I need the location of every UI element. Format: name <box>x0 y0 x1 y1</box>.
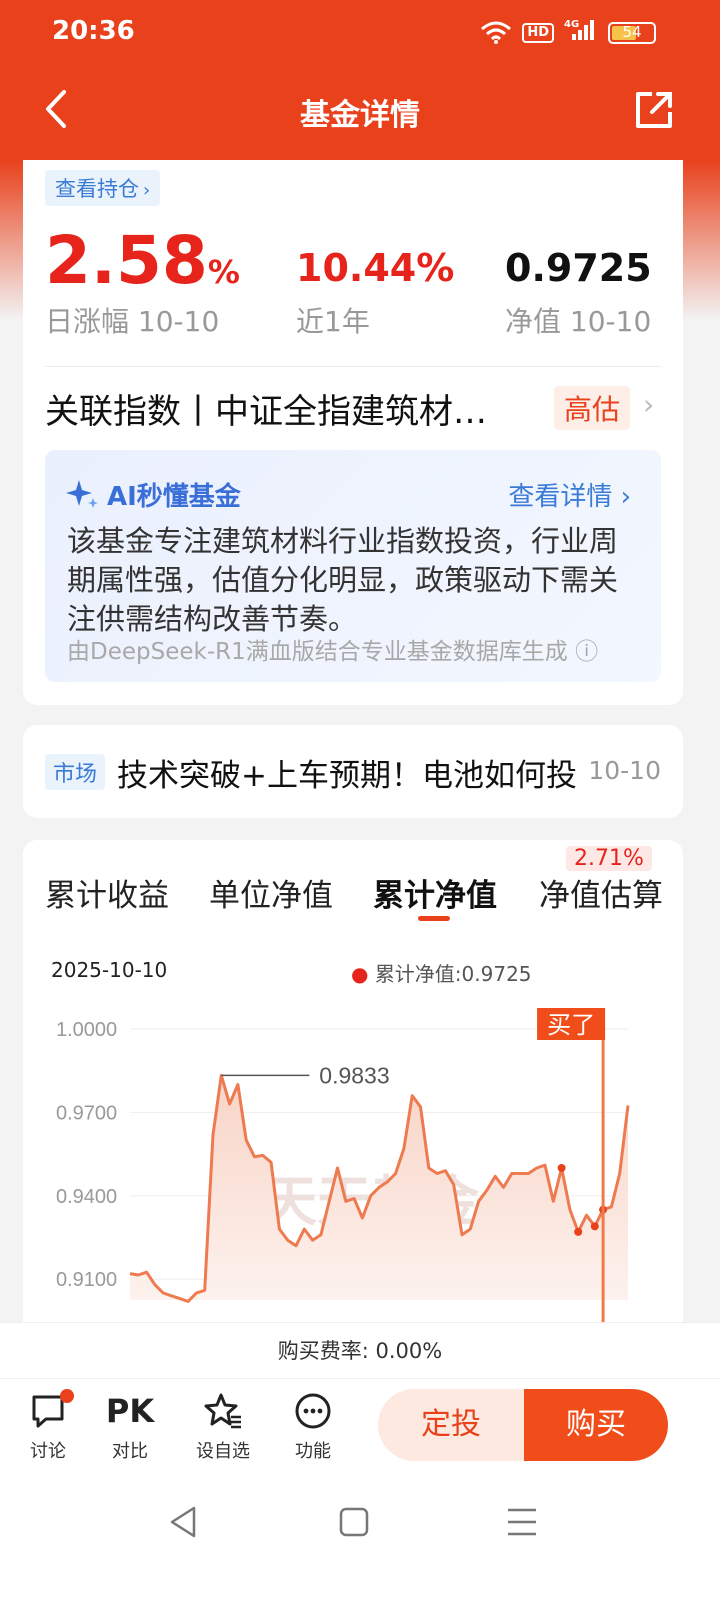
news-tag: 市场 <box>45 754 106 790</box>
ai-title: AI秒懂基金 <box>107 482 241 512</box>
ai-detail-link[interactable]: 查看详情 › <box>508 476 631 513</box>
chevron-right-icon: › <box>143 180 151 201</box>
news-card[interactable]: 市场 技术突破+上车预期！电池如何投 10-10 <box>23 725 683 818</box>
valuation-badge: 高估 <box>554 386 631 430</box>
status-icons: HD 4G 54 <box>480 18 656 47</box>
compare-label: 对比 <box>112 1441 148 1462</box>
daily-change-value: 2.58 <box>45 222 208 299</box>
ai-source-note: 由DeepSeek-R1满血版结合专业基金数据库生成 ⓘ <box>67 632 598 666</box>
info-icon[interactable]: ⓘ <box>575 639 598 665</box>
status-bar: 20:36 HD 4G 54 <box>0 0 720 64</box>
status-time: 20:36 <box>52 16 135 46</box>
signal-icon: 4G <box>564 18 598 47</box>
buy-point <box>590 1222 599 1231</box>
buy-button[interactable]: 购买 <box>524 1389 668 1461</box>
fund-summary-card: 查看持仓 › 2.58% 日涨幅 10-10 10.44% 近1年 0.9725 … <box>23 160 683 705</box>
daily-change-label: 日涨幅 10-10 <box>45 305 220 338</box>
ai-summary-text: 该基金专注建筑材料行业指数投资，行业周期属性强，估值分化明显，政策驱动下需关注供… <box>67 524 619 636</box>
ai-source-text: 由DeepSeek-R1满血版结合专业基金数据库生成 <box>67 639 568 665</box>
svg-text:4G: 4G <box>564 19 579 30</box>
y-tick-label: 1.0000 <box>56 1019 117 1041</box>
tab-nav-estimate[interactable]: 净值估算 <box>539 870 663 915</box>
back-nav-icon[interactable] <box>164 1502 204 1542</box>
related-index[interactable]: 关联指数丨中证全指建筑材… <box>45 384 487 433</box>
chevron-right-icon[interactable]: › <box>643 388 654 421</box>
y-tick-label: 0.9700 <box>56 1102 117 1124</box>
system-nav-bar <box>0 1470 720 1600</box>
hd-icon: HD <box>522 22 554 43</box>
y-tick-label: 0.9400 <box>56 1186 117 1208</box>
chart-card: 累计收益 单位净值 累计净值 净值估算 2.71% 2025-10-10 ● 累… <box>23 840 683 1340</box>
nav-line-chart[interactable]: 1.00000.97000.94000.9100天天基金0.9833买了0.88… <box>23 1000 683 1340</box>
year-change-label: 近1年 <box>296 305 370 338</box>
tab-cumulative-nav[interactable]: 累计净值 <box>373 870 497 915</box>
peak-label: 0.9833 <box>319 1062 389 1088</box>
buy-point <box>557 1163 566 1172</box>
daily-change-unit: % <box>207 253 240 291</box>
home-nav-icon[interactable] <box>334 1502 374 1542</box>
chart-date: 2025-10-10 <box>51 958 168 982</box>
star-icon <box>204 1393 241 1429</box>
news-date: 10-10 <box>588 756 661 785</box>
nav-label: 净值 10-10 <box>505 305 652 338</box>
view-holdings-link[interactable]: 查看持仓 › <box>45 170 161 206</box>
discuss-button[interactable]: 讨论 <box>8 1389 88 1463</box>
more-functions-label: 功能 <box>295 1441 331 1462</box>
purchase-fee: 购买费率: 0.00% <box>0 1322 720 1378</box>
notification-dot <box>60 1389 74 1403</box>
y-tick-label: 0.9100 <box>56 1269 117 1291</box>
daily-change: 2.58% <box>45 226 240 307</box>
compare-button[interactable]: PK 对比 <box>90 1391 170 1463</box>
buy-flag-label: 买了 <box>547 1011 595 1039</box>
battery-icon: 54 <box>608 21 656 44</box>
nav-value: 0.9725 <box>505 246 652 290</box>
ai-summary-box: AI秒懂基金 查看详情 › 该基金专注建筑材料行业指数投资，行业周期属性强，估值… <box>45 450 661 682</box>
header: 基金详情 <box>0 64 720 160</box>
ai-detail-label: 查看详情 <box>508 482 613 512</box>
estimate-badge: 2.71% <box>566 846 652 871</box>
add-watchlist-label: 设自选 <box>196 1441 250 1462</box>
share-icon[interactable] <box>632 88 676 132</box>
bottom-action-bar: 讨论 PK 对比 设自选 功能 定投 购买 <box>0 1378 720 1470</box>
pk-icon: PK <box>105 1392 155 1430</box>
divider <box>45 366 661 367</box>
legend-dot: ● <box>351 962 369 986</box>
legend-text: 累计净值:0.9725 <box>374 962 532 986</box>
buy-point <box>574 1227 583 1236</box>
tab-unit-nav[interactable]: 单位净值 <box>209 870 333 915</box>
discuss-label: 讨论 <box>30 1441 66 1462</box>
chart-legend: ● 累计净值:0.9725 <box>351 958 532 987</box>
battery-level: 54 <box>622 22 642 41</box>
wifi-icon <box>481 21 512 44</box>
menu-nav-icon[interactable] <box>502 1502 542 1542</box>
news-title[interactable]: 技术突破+上车预期！电池如何投 <box>117 750 577 795</box>
active-tab-indicator <box>418 916 450 921</box>
tab-cumulative-return[interactable]: 累计收益 <box>45 870 169 915</box>
sparkle-icon <box>66 480 98 508</box>
add-watchlist-button[interactable]: 设自选 <box>183 1391 263 1463</box>
view-holdings-label: 查看持仓 <box>55 177 139 201</box>
page-title: 基金详情 <box>300 98 420 133</box>
more-functions-button[interactable]: 功能 <box>273 1391 353 1463</box>
auto-invest-button[interactable]: 定投 <box>378 1389 524 1461</box>
more-icon <box>295 1393 331 1429</box>
year-change: 10.44% <box>296 246 455 290</box>
